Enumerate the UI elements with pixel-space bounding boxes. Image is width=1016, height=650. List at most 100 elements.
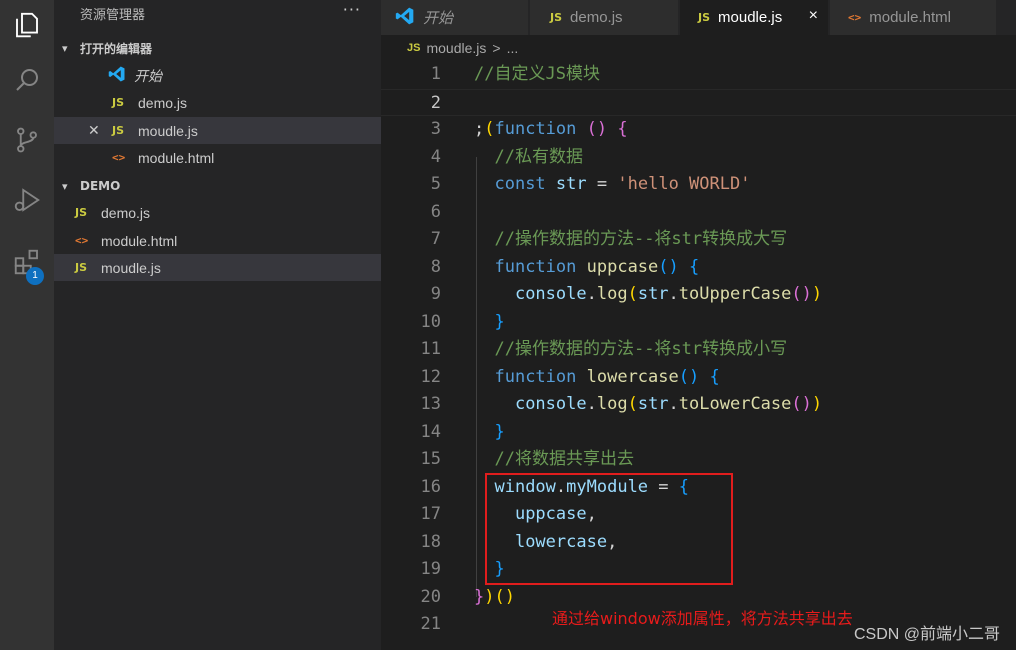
more-actions-icon[interactable]: ··· — [343, 0, 361, 19]
code-line[interactable]: 8 function uppcase() { — [381, 254, 1016, 282]
line-number: 16 — [420, 476, 441, 497]
js-file-icon: JS — [112, 96, 125, 109]
line-number: 6 — [430, 201, 441, 222]
line-number: 19 — [420, 559, 441, 579]
files-icon[interactable] — [0, 0, 54, 50]
open-editor-item-demo-js[interactable]: JS demo.js — [54, 89, 381, 116]
line-number: 9 — [430, 284, 441, 304]
folder-header-demo[interactable]: ▾ DEMO — [54, 175, 381, 197]
file-label: moudle.js — [101, 259, 161, 276]
file-item-demo-js[interactable]: JS demo.js — [54, 199, 381, 226]
code-text: //私有数据 — [494, 146, 583, 167]
line-number: 18 — [420, 531, 441, 552]
open-editor-label: demo.js — [138, 94, 188, 111]
run-debug-icon[interactable] — [0, 175, 54, 225]
file-item-module-html[interactable]: <> module.html — [54, 227, 381, 254]
code-text: //操作数据的方法--将str转换成大写 — [494, 229, 788, 249]
code-line[interactable]: 11 //操作数据的方法--将str转换成小写 — [381, 336, 1016, 364]
watermark: CSDN @前端小二哥 — [853, 626, 1000, 643]
js-file-icon: JS — [407, 42, 421, 54]
js-file-icon: JS — [112, 124, 125, 137]
editor-tabs: 开始 JS demo.js JS moudle.js × <> module.h… — [381, 0, 1016, 35]
breadcrumb-file[interactable]: moudle.js — [426, 40, 486, 56]
tab-label: 开始 — [423, 10, 454, 27]
open-editor-label: 开始 — [134, 67, 162, 84]
tab-demo-js[interactable]: JS demo.js — [530, 0, 679, 35]
code-line[interactable]: 9 console.log(str.toUpperCase()) — [381, 281, 1016, 309]
line-number: 4 — [430, 146, 441, 167]
tab-label: moudle.js — [718, 9, 783, 26]
tab-welcome[interactable]: 开始 — [381, 0, 529, 35]
code-text: //操作数据的方法--将str转换成小写 — [494, 339, 788, 359]
code-text: const str = 'hello WORLD' — [494, 174, 751, 194]
code-line[interactable]: 10 } — [381, 309, 1016, 337]
code-text: //自定义JS模块 — [474, 64, 600, 84]
extensions-badge: 1 — [26, 267, 44, 285]
extensions-icon[interactable]: 1 — [0, 237, 54, 287]
line-number: 1 — [430, 64, 441, 84]
chevron-down-icon: ▾ — [62, 41, 68, 55]
line-number: 8 — [430, 256, 441, 277]
tab-label: module.html — [869, 9, 951, 26]
code-line[interactable]: 2 — [381, 88, 1016, 116]
code-line[interactable]: 14 } — [381, 419, 1016, 447]
line-number: 12 — [420, 366, 441, 387]
js-file-icon: JS — [550, 11, 563, 24]
code-line[interactable]: 3 ;(function () { — [381, 116, 1016, 144]
breadcrumb-separator: > — [492, 40, 501, 56]
code-line[interactable]: 1 //自定义JS模块 — [381, 61, 1016, 89]
tab-moudle-js[interactable]: JS moudle.js × — [680, 0, 829, 35]
line-number: 11 — [420, 339, 441, 359]
js-file-icon: JS — [75, 206, 88, 219]
open-editor-label: module.html — [138, 149, 215, 166]
open-editors-label: 打开的编辑器 — [80, 41, 153, 56]
code-line[interactable]: 6 — [381, 199, 1016, 227]
close-icon[interactable]: ✕ — [88, 122, 100, 139]
search-icon[interactable] — [0, 55, 54, 105]
line-number: 7 — [430, 229, 441, 249]
line-number: 17 — [420, 504, 441, 524]
breadcrumb-symbol[interactable]: ... — [507, 40, 519, 56]
code-line[interactable]: 7 //操作数据的方法--将str转换成大写 — [381, 226, 1016, 254]
explorer-title: 资源管理器 — [80, 8, 146, 23]
js-file-icon: JS — [698, 11, 711, 24]
code-text: console.log(str.toUpperCase()) — [514, 284, 823, 304]
code-text: } — [494, 421, 505, 442]
code-line[interactable]: 5 const str = 'hello WORLD' — [381, 171, 1016, 199]
code-text: console.log(str.toLowerCase()) — [514, 394, 823, 414]
file-item-moudle-js[interactable]: JS moudle.js — [54, 254, 381, 281]
file-label: demo.js — [101, 204, 151, 221]
code-text: function lowercase() { — [494, 366, 720, 387]
file-label: module.html — [101, 232, 178, 249]
tab-label: demo.js — [570, 9, 623, 26]
code-text: } — [494, 311, 505, 332]
open-editors-header[interactable]: ▾ 打开的编辑器 — [54, 37, 381, 59]
open-editor-item-module-html[interactable]: <> module.html — [54, 144, 381, 171]
line-number: 5 — [430, 174, 441, 194]
open-editor-item-moudle-js[interactable]: ✕ JS moudle.js — [54, 117, 381, 144]
code-text: function uppcase() { — [494, 256, 700, 277]
tab-module-html[interactable]: <> module.html — [830, 0, 997, 35]
annotation-highlight-box — [485, 473, 733, 585]
code-line[interactable]: 12 function lowercase() { — [381, 364, 1016, 392]
line-number: 20 — [420, 586, 441, 607]
line-number: 2 — [430, 92, 441, 113]
line-number: 15 — [420, 449, 441, 469]
close-icon[interactable]: × — [809, 7, 818, 25]
code-line[interactable]: 13 console.log(str.toLowerCase()) — [381, 391, 1016, 419]
code-text: ;(function () { — [474, 119, 628, 139]
js-file-icon: JS — [75, 261, 88, 274]
breadcrumb: JS moudle.js > ... — [381, 35, 1016, 61]
line-number: 10 — [420, 311, 441, 332]
line-number: 21 — [420, 614, 441, 634]
vscode-icon — [395, 6, 415, 29]
open-editor-item-welcome[interactable]: 开始 — [54, 62, 381, 89]
html-file-icon: <> — [112, 151, 126, 164]
chevron-down-icon: ▾ — [62, 179, 68, 193]
code-line[interactable]: 4 //私有数据 — [381, 144, 1016, 172]
code-text: //将数据共享出去 — [494, 449, 634, 469]
html-file-icon: <> — [75, 234, 89, 247]
line-number: 3 — [430, 119, 441, 139]
code-line[interactable]: 15 //将数据共享出去 — [381, 446, 1016, 474]
source-control-icon[interactable] — [0, 115, 54, 165]
